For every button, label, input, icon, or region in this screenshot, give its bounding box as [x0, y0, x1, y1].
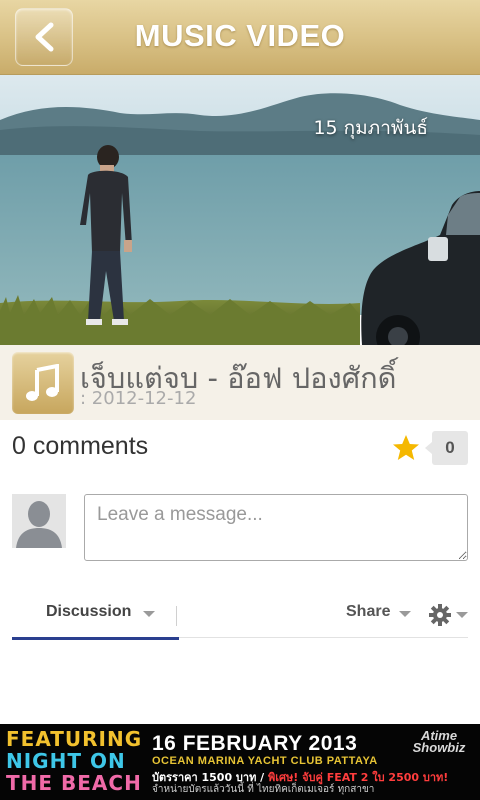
ad-sales-info: จำหน่ายบัตรแล้ววันนี้ ที่ ไทยทิคเก็ตเมเจ…	[152, 784, 375, 795]
tab-underline	[179, 637, 468, 638]
star-count-badge: 0	[425, 431, 468, 465]
ad-line-1: FEATURING	[6, 727, 143, 751]
tab-divider	[176, 606, 177, 626]
comments-count: 0 comments	[12, 432, 149, 460]
tab-discussion-label: Discussion	[46, 603, 132, 620]
tab-share-label: Share	[346, 603, 391, 620]
gear-icon	[429, 604, 451, 626]
top-bar: MUSIC VIDEO	[0, 0, 480, 75]
video-thumbnail[interactable]: 15 กุมภาพันธ์	[0, 75, 480, 345]
chevron-down-icon	[143, 611, 155, 617]
message-input[interactable]	[84, 494, 468, 561]
hero-date-overlay: 15 กุมภาพันธ์	[313, 117, 428, 139]
chevron-down-icon	[399, 611, 411, 617]
star-icon[interactable]	[392, 434, 420, 462]
ad-logo: Atime Showbiz	[406, 729, 472, 758]
tab-share[interactable]: Share	[340, 592, 416, 636]
ad-date: 16 FEBRUARY 2013	[152, 732, 358, 755]
avatar	[12, 494, 66, 548]
track-info: เจ็บแต่จบ - อ๊อฟ ปองศักดิ์ : 2012-12-12	[0, 345, 480, 420]
track-date: : 2012-12-12	[80, 388, 197, 409]
tab-discussion[interactable]: Discussion	[12, 592, 179, 640]
ad-banner[interactable]: FEATURING NIGHT ON THE BEACH 16 FEBRUARY…	[0, 724, 480, 800]
ad-line-2: NIGHT ON	[6, 749, 126, 773]
ad-logo-line2: Showbiz	[412, 740, 466, 755]
chevron-down-icon	[456, 612, 468, 618]
ad-event-title: FEATURING NIGHT ON THE BEACH	[6, 728, 142, 796]
discussion-tabbar: Discussion Share	[0, 592, 480, 640]
ad-line-3: THE BEACH	[6, 771, 142, 795]
page-title: MUSIC VIDEO	[134, 18, 346, 53]
music-video-screen: MUSIC VIDEO 15 กุมภาพันธ์ เจ็บแต่จบ - อ๊…	[0, 0, 480, 800]
music-note-icon	[12, 352, 74, 414]
ad-venue: OCEAN MARINA YACHT CLUB PATTAYA	[152, 755, 378, 767]
settings-button[interactable]	[424, 600, 470, 630]
default-avatar-icon	[12, 494, 66, 548]
